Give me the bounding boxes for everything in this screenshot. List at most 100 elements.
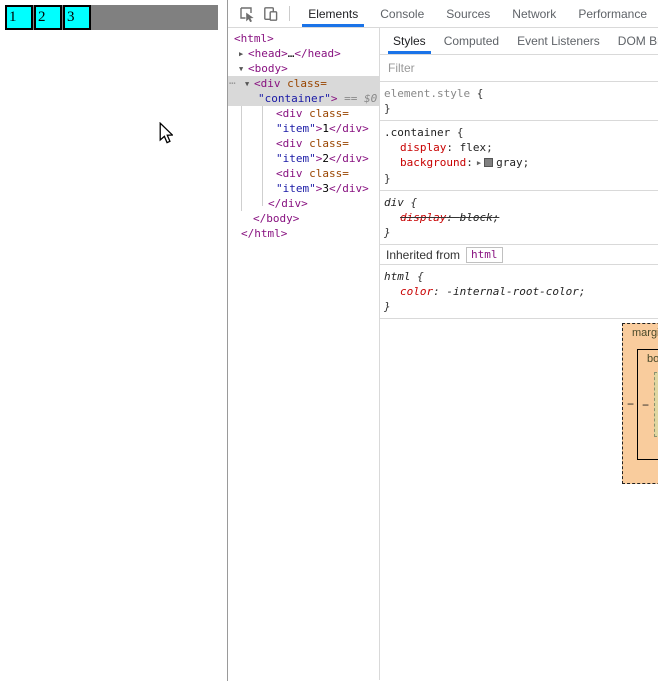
css-rule-header: .container {: [384, 125, 654, 140]
device-toolbar-icon[interactable]: [259, 2, 284, 26]
brace-open: {: [450, 126, 464, 139]
css-property-name[interactable]: background: [400, 156, 466, 169]
devtools-body: <html> ▶ <head>…</head> ▼ <body>… ▼ <div class…: [228, 28, 658, 680]
css-rule: .container {display: flex; background: ▶ gr…: [380, 121, 658, 191]
box-model-border-left-value[interactable]: −: [642, 398, 649, 412]
tab-network[interactable]: Network: [501, 0, 567, 27]
brace-open: {: [403, 196, 418, 209]
styles-filter-row: Filter: [380, 55, 658, 82]
dom-tree-line[interactable]: <div class=: [228, 106, 379, 121]
mouse-cursor: [159, 122, 173, 144]
dom-tree-line[interactable]: <html>: [228, 31, 379, 46]
css-property[interactable]: display: flex;: [384, 140, 654, 155]
box-model-margin: margin − border −: [622, 323, 658, 484]
node-more-actions[interactable]: …: [229, 73, 236, 88]
css-property[interactable]: color: -internal-root-color;: [384, 284, 654, 299]
css-property-value[interactable]: -internal-root-color: [446, 285, 578, 298]
styles-tab-bar: StylesComputedEvent ListenersDOM Breakpo…: [380, 28, 658, 55]
styles-filter-input[interactable]: Filter: [388, 61, 415, 75]
dom-segment-tag: <div: [276, 137, 303, 150]
css-selector[interactable]: .container: [384, 126, 450, 139]
css-rule-header: html {: [384, 269, 654, 284]
box-model-margin-label: margin: [632, 327, 658, 339]
css-rule-header: div {: [384, 195, 654, 210]
dom-tree-line[interactable]: <div class=: [228, 136, 379, 151]
expand-arrow-icon[interactable]: ▼: [239, 62, 248, 77]
semicolon: ;: [578, 285, 586, 298]
expand-value-icon[interactable]: ▶: [477, 159, 481, 167]
dom-tree-line[interactable]: ▼ <body>: [228, 61, 379, 76]
css-selector[interactable]: html: [384, 270, 411, 283]
page-flex-container: 123: [5, 5, 218, 30]
tab-elements[interactable]: Elements: [297, 0, 369, 27]
tab-computed[interactable]: Computed: [435, 28, 508, 54]
expand-arrow-icon[interactable]: ▼: [245, 77, 254, 92]
dom-segment-tag: </div>: [329, 122, 369, 135]
dom-tree-line[interactable]: ▶ <head>…</head>: [228, 46, 379, 61]
dom-tree-line[interactable]: "container"> == $0: [228, 91, 379, 106]
tab-performance[interactable]: Performance: [567, 0, 658, 27]
tab-styles[interactable]: Styles: [384, 28, 435, 54]
rendered-page: 123: [0, 0, 227, 681]
devtools-tab-bar: Elements Console Sources Network Performance: [297, 0, 658, 27]
semicolon: ;: [492, 211, 500, 224]
dom-tree-line[interactable]: "item">3</div>: [228, 181, 379, 196]
matched-css-rules: element.style {} .container {display: fle…: [380, 82, 658, 245]
css-property[interactable]: display: block;: [384, 210, 654, 225]
inherited-node-link[interactable]: html: [466, 246, 503, 263]
dom-segment-tag: </div>: [329, 182, 369, 195]
dom-segment-tag: </body>: [253, 212, 300, 225]
brace-close: }: [384, 102, 391, 115]
dom-tree: <html> ▶ <head>…</head> ▼ <body>… ▼ <div class…: [228, 31, 379, 241]
dom-tree-line[interactable]: … ▼ <div class=: [228, 73, 379, 92]
css-property[interactable]: background: ▶ gray;: [384, 155, 654, 171]
dom-tree-line[interactable]: "item">1</div>: [228, 121, 379, 136]
dom-segment-tag: <head>: [248, 47, 288, 60]
css-property-value[interactable]: block: [460, 211, 493, 224]
dom-segment-tag: <html>: [234, 32, 274, 45]
brace-close: }: [384, 300, 391, 313]
page-item: 2: [34, 5, 62, 30]
toolbar-separator: [289, 6, 291, 21]
css-selector[interactable]: div: [384, 196, 404, 209]
inspect-element-icon[interactable]: [234, 2, 259, 26]
dom-tree-line[interactable]: </html>: [228, 226, 379, 241]
dom-segment-str: "item": [276, 122, 316, 135]
box-model-margin-left-value[interactable]: −: [627, 397, 634, 411]
css-property-value[interactable]: flex: [460, 141, 487, 154]
tab-console[interactable]: Console: [369, 0, 435, 27]
dom-segment-attr: class=: [309, 107, 349, 120]
box-model-border-label: border: [647, 353, 658, 365]
tab-sources[interactable]: Sources: [435, 0, 501, 27]
styles-pane: StylesComputedEvent ListenersDOM Breakpo…: [380, 28, 658, 680]
dom-tree-line[interactable]: </body>: [228, 211, 379, 226]
dom-segment-tag: </div>: [329, 152, 369, 165]
css-property-value[interactable]: gray: [496, 156, 523, 169]
tab-dom-breakpoints[interactable]: DOM Breakpoints: [609, 28, 658, 54]
color-swatch[interactable]: [484, 158, 494, 167]
colon: :: [466, 156, 473, 169]
dom-segment-tag: <div: [276, 107, 303, 120]
dom-segment-meta: == $0: [337, 92, 378, 105]
dom-tree-line[interactable]: <div class=: [228, 166, 379, 181]
dom-tree-line[interactable]: "item">2</div>: [228, 151, 379, 166]
devtools-toolbar: Elements Console Sources Network Performance: [228, 0, 658, 28]
css-property-name[interactable]: color: [400, 285, 433, 298]
colon: :: [446, 211, 460, 224]
semicolon: ;: [486, 141, 493, 154]
dom-segment-tag: </head>: [294, 47, 341, 60]
css-rule-header: element.style {: [384, 86, 654, 101]
brace-open: {: [410, 270, 424, 283]
css-rule: element.style {}: [380, 82, 658, 121]
css-property-name[interactable]: display: [400, 141, 446, 154]
tab-event-listeners[interactable]: Event Listeners: [508, 28, 609, 54]
dom-segment-tag: <body>: [248, 62, 288, 75]
devtools-panel: Elements Console Sources Network Performance…: [227, 0, 658, 681]
dom-segment-str: "item": [276, 182, 316, 195]
css-selector[interactable]: element.style: [384, 87, 470, 100]
dom-tree-line[interactable]: </div>: [228, 196, 379, 211]
dom-segment-txt: 1: [322, 122, 329, 135]
page-item: 3: [63, 5, 91, 30]
css-property-name[interactable]: display: [400, 211, 446, 224]
expand-arrow-icon[interactable]: ▶: [239, 47, 248, 62]
